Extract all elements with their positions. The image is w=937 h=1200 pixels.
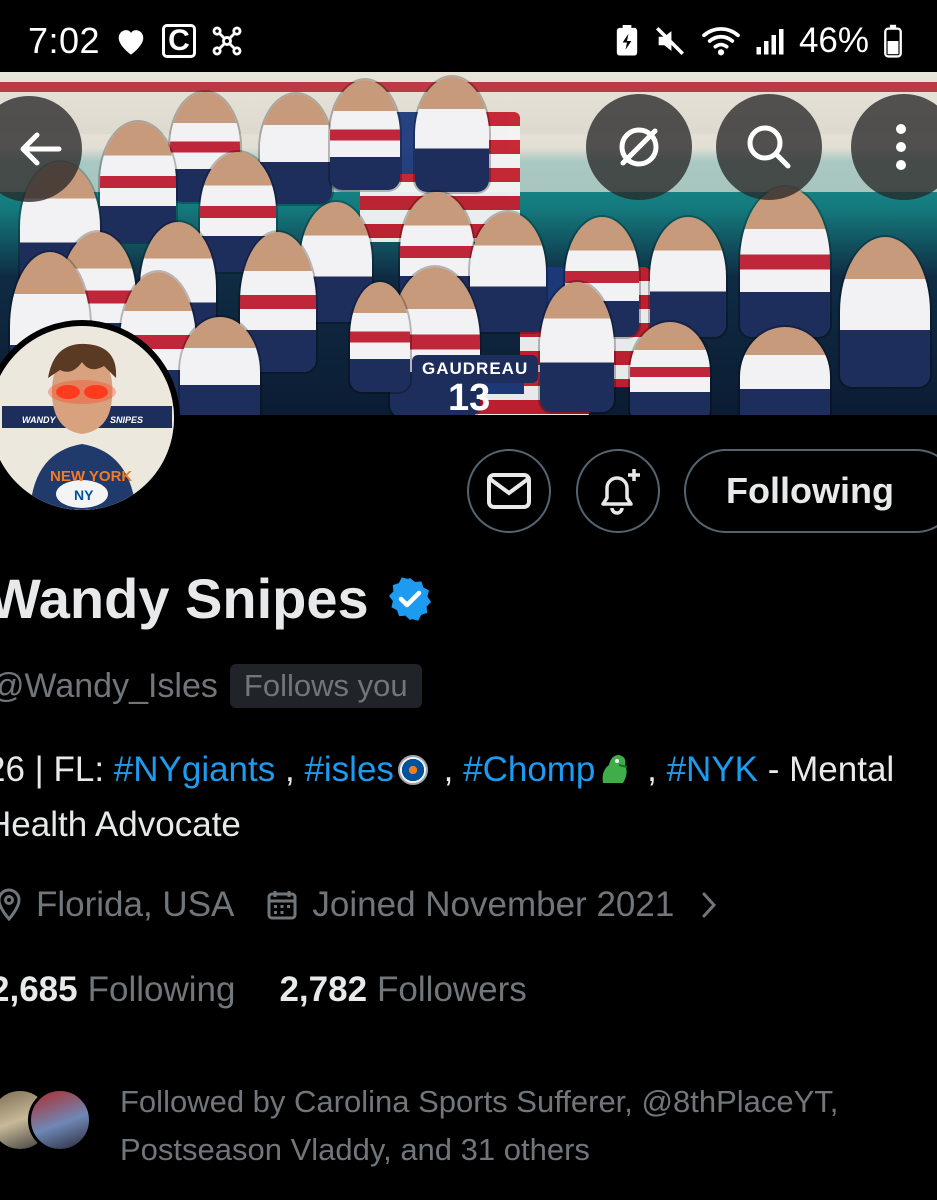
carrier-letter: C [162, 24, 196, 58]
location-pin-icon [0, 888, 22, 922]
more-vertical-icon [893, 121, 915, 173]
banner-player [330, 80, 400, 190]
banner-player [650, 217, 726, 337]
handle-row: @Wandy_Isles Follows you [0, 664, 422, 708]
banner-player [470, 212, 546, 332]
banner-player [840, 237, 930, 387]
signal-icon [755, 23, 785, 59]
banner-player [740, 187, 830, 337]
followed-by-avatars [0, 1088, 108, 1152]
banner-jersey-number: 13 [448, 377, 491, 415]
islanders-logo-icon [397, 755, 428, 785]
bio-separator: , [275, 750, 305, 789]
avatar-illustration: WANDY SNIPES NEW YORK NY [0, 326, 174, 510]
avatar-shirt-logo: NY [74, 487, 94, 503]
status-left: 7:02 C [28, 20, 244, 62]
status-right: 46% [615, 21, 903, 61]
bio-separator: , [433, 750, 464, 789]
banner-player [100, 122, 176, 242]
verified-badge-icon[interactable] [387, 576, 433, 622]
profile-page: 7:02 C 46% GAUDREAU 13 WANDY SNIPES NEW … [0, 0, 937, 1200]
followed-by-section[interactable]: Followed by Carolina Sports Sufferer, @8… [0, 1078, 937, 1178]
profile-location: Florida, USA [0, 885, 234, 925]
profile-joined[interactable]: Joined November 2021 [266, 885, 718, 925]
carrier-c-icon: C [162, 23, 196, 59]
banner-player [540, 282, 614, 412]
follow-stats: 2,685 Following 2,782 Followers [0, 970, 527, 1010]
banner-player [630, 322, 710, 415]
notifications-button[interactable] [576, 449, 660, 533]
hashtag-nyk[interactable]: #NYK [667, 750, 758, 789]
avatar-name-right: SNIPES [110, 415, 143, 425]
crocodile-emoji-icon [597, 748, 633, 784]
chevron-right-icon [700, 890, 718, 920]
bio-prefix: 26 | FL: [0, 750, 105, 789]
profile-handle: @Wandy_Isles [0, 666, 218, 705]
followers-label: Followers [377, 970, 527, 1009]
status-bar: 7:02 C 46% [0, 0, 937, 82]
banner-player [415, 77, 489, 192]
hide-media-button[interactable] [586, 94, 692, 200]
banner-player [740, 327, 830, 415]
hashtag-nygiants[interactable]: #NYgiants [114, 750, 275, 789]
following-button[interactable]: Following [684, 449, 937, 533]
profile-name-row: Wandy Snipes [0, 566, 433, 631]
back-arrow-icon [0, 129, 65, 169]
profile-meta-row: Florida, USA Joined November 2021 [0, 885, 718, 925]
mute-icon [653, 23, 687, 59]
profile-bio: 26 | FL: #NYgiants , #isles , #Chomp , #… [0, 742, 937, 852]
battery-saver-icon [615, 23, 639, 59]
avatar-shirt-text: NEW YORK [50, 468, 132, 485]
envelope-icon [486, 471, 532, 511]
bell-plus-icon [593, 466, 643, 516]
battery-percent: 46% [798, 21, 869, 60]
following-count: 2,685 [0, 970, 78, 1009]
network-nodes-icon [210, 23, 244, 59]
followed-by-line-1: Followed by Carolina Sports Sufferer, @8… [120, 1084, 839, 1119]
heart-icon [114, 23, 148, 59]
avatar-name-left: WANDY [22, 415, 56, 425]
search-button[interactable] [716, 94, 822, 200]
message-button[interactable] [467, 449, 551, 533]
followers-stat-link[interactable]: 2,782 Followers [279, 970, 526, 1010]
hashtag-isles[interactable]: #isles [304, 750, 393, 789]
display-name: Wandy Snipes [0, 567, 369, 630]
follower-avatar [28, 1088, 92, 1152]
follows-you-badge: Follows you [229, 664, 422, 708]
followed-by-line-2: Postseason Vladdy, and 31 others [120, 1132, 590, 1167]
bio-separator: , [637, 750, 667, 789]
hashtag-chomp[interactable]: #Chomp [463, 750, 595, 789]
joined-text: Joined November 2021 [312, 885, 675, 924]
hide-eye-slash-icon [611, 119, 667, 175]
following-label: Following [87, 970, 236, 1009]
location-text: Florida, USA [36, 885, 235, 924]
banner-player [350, 282, 410, 392]
search-icon [741, 119, 797, 175]
calendar-icon [266, 889, 298, 921]
following-stat-link[interactable]: 2,685 Following [0, 970, 235, 1010]
wifi-icon [701, 23, 741, 59]
battery-icon [883, 23, 903, 59]
followers-count: 2,782 [279, 970, 368, 1009]
status-time: 7:02 [28, 20, 101, 61]
followed-by-text: Followed by Carolina Sports Sufferer, @8… [120, 1078, 937, 1174]
